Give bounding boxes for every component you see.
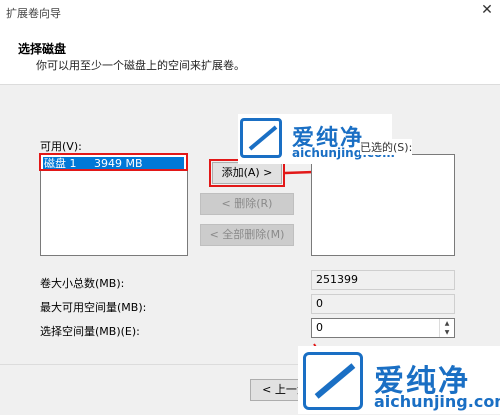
close-icon[interactable]: ✕ [478,2,496,18]
total-label: 卷大小总数(MB): [40,277,125,290]
page-subtitle: 你可以用至少一个磁盘上的空间来扩展卷。 [36,59,245,72]
selected-listbox[interactable] [311,154,455,256]
spin-down-icon[interactable]: ▼ [440,328,454,337]
select-space-value: 0 [316,321,323,334]
select-label: 选择空间量(MB)(E): [40,325,140,338]
available-label: 可用(V): [40,140,82,153]
select-space-stepper[interactable]: 0 ▲ ▼ [311,318,455,338]
wizard-header: 选择磁盘 你可以用至少一个磁盘上的空间来扩展卷。 [0,22,500,85]
highlight-box [39,153,188,171]
remove-all-button[interactable]: < 全部删除(M) [200,224,294,246]
title-bar: 扩展卷向导 ✕ [0,0,500,22]
spin-up-icon[interactable]: ▲ [440,319,454,328]
spinner[interactable]: ▲ ▼ [439,319,454,337]
max-label: 最大可用空间量(MB): [40,301,147,314]
watermark-url-2: aichunjing.com [374,392,500,411]
selected-label: 已选的(S): [360,139,413,155]
max-space-field: 0 [311,294,455,314]
total-size-field: 251399 [311,270,455,290]
remove-button[interactable]: < 删除(R) [200,193,294,215]
window-title: 扩展卷向导 [6,7,61,20]
page-title: 选择磁盘 [18,42,67,56]
